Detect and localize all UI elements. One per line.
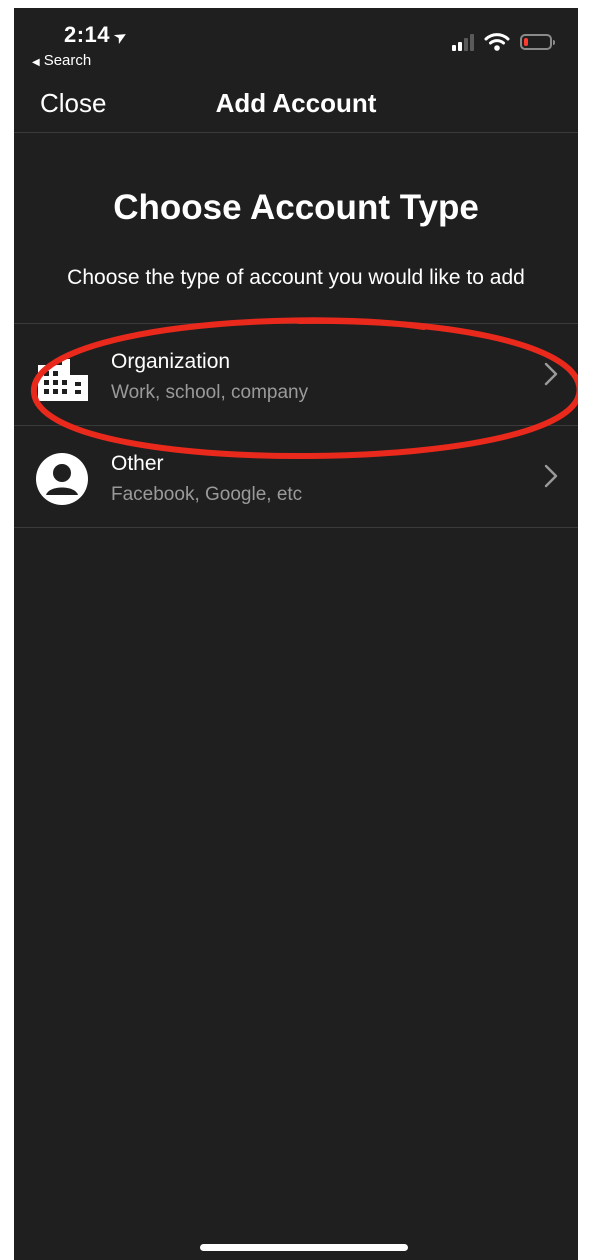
option-subtitle: Facebook, Google, etc — [111, 484, 303, 505]
page-subtitle: Choose the type of account you would lik… — [67, 266, 525, 289]
page-title: Choose Account Type — [113, 188, 479, 227]
back-triangle-icon: ◀ — [32, 57, 40, 68]
status-time-text: 2:14 — [64, 22, 111, 47]
nav-title: Add Account — [215, 88, 377, 118]
option-organization[interactable]: Organization Work, school, company — [14, 324, 578, 426]
option-title: Organization — [111, 350, 231, 373]
option-subtitle: Work, school, company — [111, 382, 309, 403]
back-search-label: Search — [43, 52, 92, 69]
navigation-bar: Close Add Account — [14, 80, 578, 133]
option-title: Other — [111, 452, 164, 475]
signal-bar — [452, 45, 456, 51]
signal-bar — [464, 38, 468, 51]
phone-screen: 2:14➤ ◀ Search Close Add Account Choose A… — [14, 8, 578, 1260]
status-time: 2:14➤ — [64, 22, 132, 48]
back-to-search-link[interactable]: ◀ Search — [32, 52, 91, 69]
building-icon — [38, 359, 88, 401]
battery-level — [524, 38, 528, 46]
home-indicator[interactable] — [200, 1244, 408, 1251]
status-icons — [452, 30, 555, 54]
wifi-icon — [484, 33, 510, 51]
battery-low-icon — [520, 34, 555, 50]
chevron-right-icon — [544, 362, 558, 386]
signal-bar — [458, 42, 462, 51]
location-arrow-icon: ➤ — [110, 26, 132, 49]
option-other[interactable]: Other Facebook, Google, etc — [14, 426, 578, 528]
chevron-right-icon — [544, 464, 558, 488]
person-icon — [36, 453, 88, 505]
cellular-signal-icon — [452, 33, 474, 51]
signal-bar — [470, 34, 474, 51]
account-type-list: Organization Work, school, company Other… — [14, 323, 578, 528]
